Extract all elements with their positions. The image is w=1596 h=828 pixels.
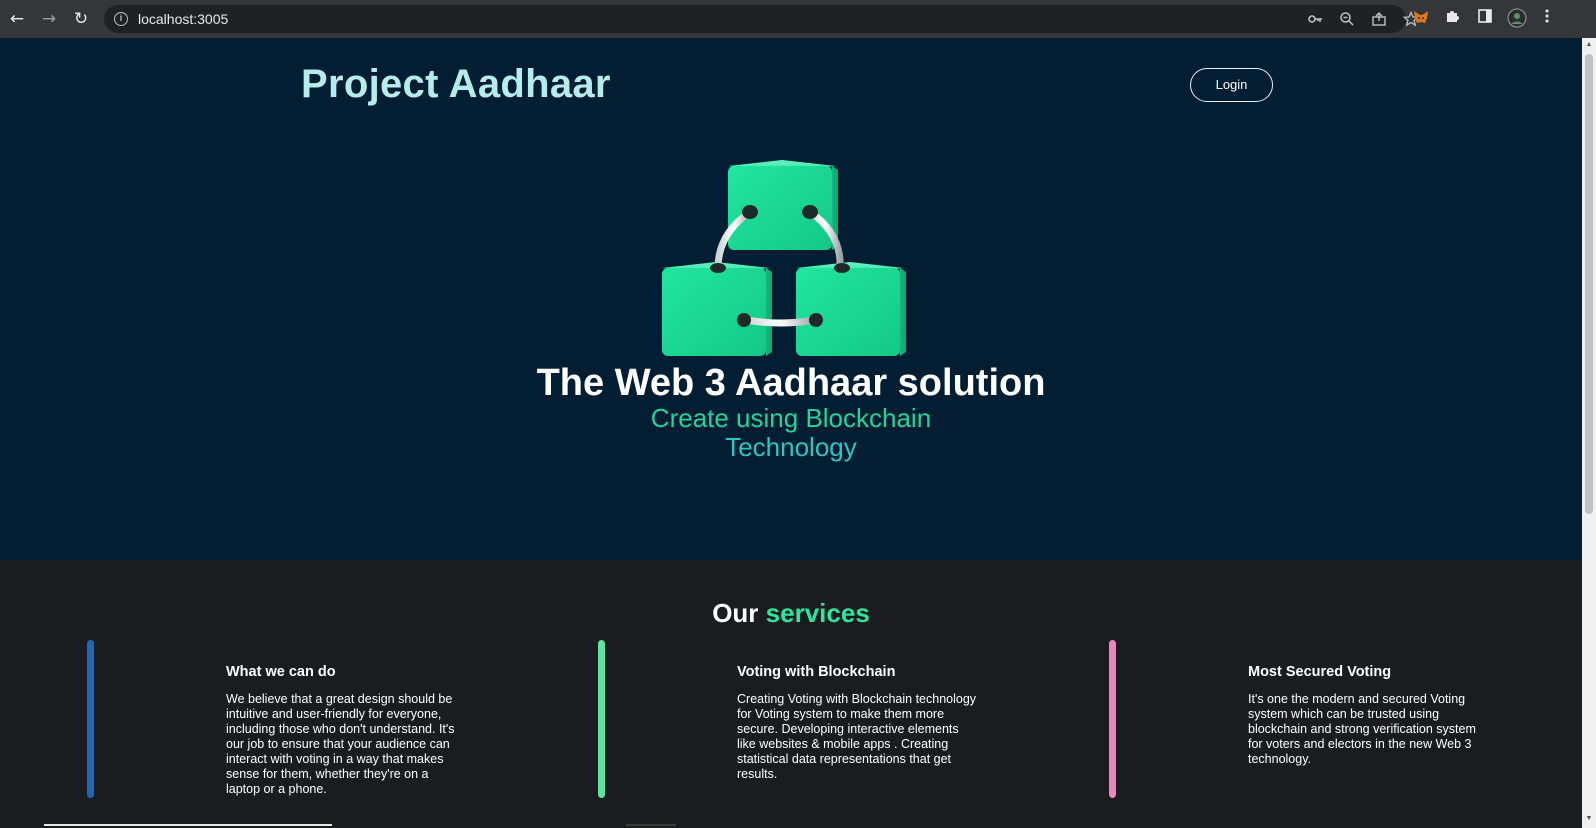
services-heading-prefix: Our — [712, 598, 759, 628]
hero-subtitle-line1: Create using Blockchain — [650, 403, 932, 433]
address-bar[interactable]: i localhost:3005 — [104, 5, 1420, 33]
login-button[interactable]: Login — [1190, 68, 1273, 102]
hero-section: Project Aadhaar Login The Web 3 Aadhaar … — [0, 38, 1582, 560]
scroll-down-arrow-icon[interactable]: ▼ — [1585, 815, 1593, 823]
extensions-puzzle-icon[interactable] — [1442, 8, 1464, 30]
profile-avatar[interactable] — [1506, 8, 1528, 30]
hero-subtitle-line2: Technology — [725, 432, 857, 462]
service-card-text: We believe that a great design should be… — [226, 692, 455, 796]
zoom-icon[interactable] — [1338, 11, 1356, 29]
service-card-title: Voting with Blockchain — [737, 664, 896, 680]
scroll-thumb[interactable] — [1585, 54, 1593, 514]
divider — [44, 824, 332, 826]
divider — [626, 824, 676, 826]
services-heading: Our services — [0, 598, 1582, 629]
back-icon[interactable]: ← — [6, 8, 28, 30]
brand-title[interactable]: Project Aadhaar — [301, 62, 611, 107]
blockchain-cubes-icon — [662, 160, 906, 356]
service-card-accent-bar — [1109, 640, 1116, 798]
page-viewport: Project Aadhaar Login The Web 3 Aadhaar … — [0, 38, 1582, 828]
browser-toolbar: ← → ↻ i localhost:3005 — [0, 0, 1596, 38]
address-url[interactable]: localhost:3005 — [138, 11, 228, 27]
side-panel-icon[interactable] — [1474, 8, 1496, 30]
share-icon[interactable] — [1370, 11, 1388, 29]
services-heading-accent: services — [765, 598, 870, 628]
page-scrollbar[interactable]: ▲ ▼ — [1582, 38, 1596, 828]
hero-subtitle: Create using Blockchain Technology — [0, 404, 1582, 462]
service-card-text: It's one the modern and secured Voting s… — [1248, 692, 1476, 766]
hero-title: The Web 3 Aadhaar solution — [536, 362, 1046, 404]
service-card-text: Creating Voting with Blockchain technolo… — [737, 692, 977, 781]
reload-icon[interactable]: ↻ — [70, 8, 92, 30]
metamask-extension-icon[interactable] — [1410, 8, 1432, 30]
service-card-title: What we can do — [226, 664, 336, 680]
site-info-icon[interactable]: i — [114, 12, 128, 26]
key-icon[interactable] — [1306, 11, 1324, 29]
service-card-accent-bar — [87, 640, 94, 798]
scroll-up-arrow-icon[interactable]: ▲ — [1585, 41, 1593, 49]
service-card-title: Most Secured Voting — [1248, 664, 1392, 680]
browser-menu-icon[interactable] — [1536, 8, 1558, 30]
service-card-accent-bar — [598, 640, 605, 798]
services-section: Our services What we can do We believe t… — [0, 560, 1582, 828]
forward-icon[interactable]: → — [38, 8, 60, 30]
